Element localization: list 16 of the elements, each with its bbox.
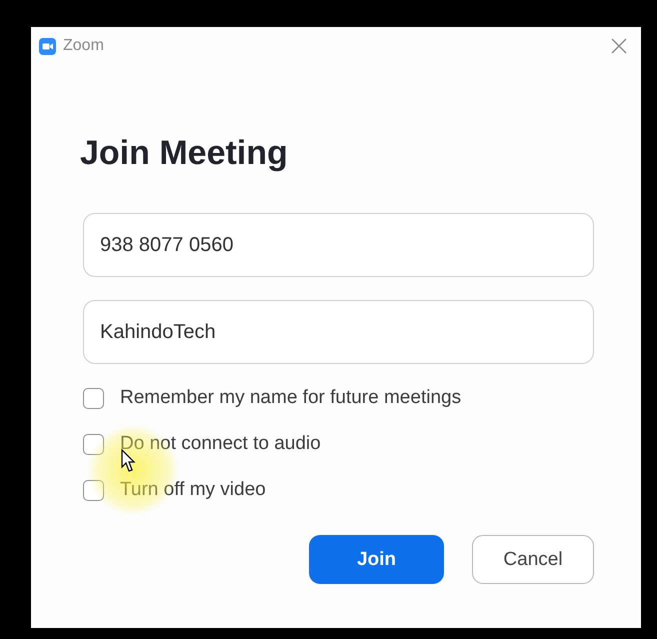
checkbox[interactable] <box>83 480 104 500</box>
checkbox-label[interactable]: Remember my name for future meetings <box>120 387 462 409</box>
checkbox[interactable] <box>83 434 104 454</box>
input-field[interactable]: KahindoTech <box>83 300 594 364</box>
cancel-button[interactable]: Cancel <box>472 535 594 584</box>
dialog-heading: Join Meeting <box>80 133 289 174</box>
input-field[interactable]: 938 8077 0560 <box>83 213 594 277</box>
checkbox-label[interactable]: Do not connect to audio <box>120 433 321 455</box>
video-camera-icon <box>39 38 56 54</box>
checkbox-label[interactable]: Turn off my video <box>120 479 266 501</box>
close-icon <box>611 38 627 54</box>
join-button[interactable]: Join <box>309 535 444 584</box>
window-title: Zoom <box>63 37 104 55</box>
checkbox[interactable] <box>83 388 104 408</box>
pointer-icon <box>121 449 137 473</box>
close-button[interactable] <box>611 38 627 54</box>
